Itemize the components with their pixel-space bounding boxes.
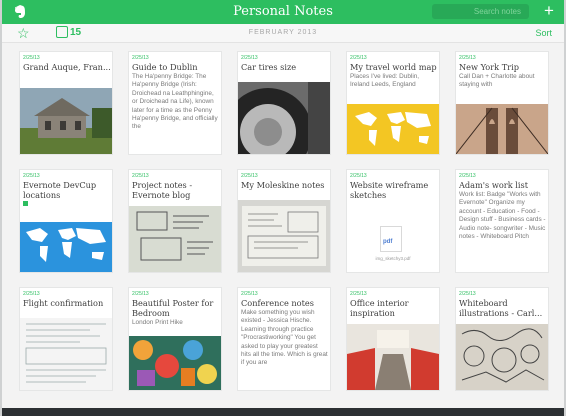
note-title: Conference notes [241,298,314,308]
note-card[interactable]: 2/25/13 Whiteboard illustrations - Carl.… [456,288,548,390]
note-date: 2/25/13 [350,55,367,61]
app-window: Personal Notes Search notes + ☆ 15 FEBRU… [0,0,566,416]
green-tag-icon [23,201,28,206]
whiteboard-sketch-thumbnail [129,206,221,272]
toolbar: ☆ 15 FEBRUARY 2013 Sort [2,24,564,43]
search-placeholder: Search notes [473,7,521,16]
note-date: 2/25/13 [459,291,476,297]
note-date: 2/25/13 [132,291,149,297]
new-note-button[interactable]: + [542,1,556,21]
note-title: My Moleskine notes [241,180,325,190]
note-snippet: Make something you wish existed - Jessic… [241,309,328,367]
attachment-filename: img_sketchy3.pdf [375,256,411,261]
note-card[interactable]: 2/25/13 Conference notes Make something … [238,288,330,390]
note-card[interactable]: 2/25/13 Beautiful Poster for Bedroom Lon… [129,288,221,390]
note-title: Office interior inspiration [350,298,409,318]
office-photo-thumbnail [347,324,439,390]
note-title: Project notes - Evernote blog [132,180,193,200]
pdf-file-icon: pdf [380,226,402,252]
note-card[interactable]: 2/25/13 My Moleskine notes [238,170,330,272]
note-snippet: Work list: Badge "Works with Evernote" O… [459,191,546,241]
tire-photo-thumbnail [238,82,330,154]
note-date: 2/25/13 [23,291,40,297]
note-card[interactable]: 2/25/13 Office interior inspiration [347,288,439,390]
note-date: 2/25/13 [241,55,258,61]
note-date: 2/25/13 [459,55,476,61]
note-date: 2/25/13 [459,173,476,179]
note-date: 2/25/13 [350,291,367,297]
note-date: 2/25/13 [350,173,367,179]
note-date: 2/25/13 [132,173,149,179]
note-date: 2/25/13 [241,291,258,297]
note-title: Website wireframe sketches [350,180,429,200]
note-snippet: Places I've lived: Dublin, Ireland Leeds… [350,73,420,89]
title-bar: Personal Notes Search notes + [2,0,564,24]
bridge-photo-thumbnail [456,104,548,154]
note-title: Evernote DevCup locations [23,180,97,200]
note-title: Flight confirmation [23,298,104,308]
bottom-frame [2,408,564,416]
note-title: Guide to Dublin [132,62,198,72]
notes-grid: 2/25/13 Grand Auque, Fran... 2/25/13 Gui… [20,52,548,400]
note-card[interactable]: 2/25/13 My travel world map Places I've … [347,52,439,154]
note-card[interactable]: 2/25/13 Adam's work list Work list: Badg… [456,170,548,272]
note-date: 2/25/13 [23,55,40,61]
note-date: 2/25/13 [23,173,40,179]
note-card[interactable]: 2/25/13 Evernote DevCup locations [20,170,112,272]
moleskine-sketch-thumbnail [238,200,330,272]
note-card[interactable]: 2/25/13 Guide to Dublin The Ha'penny Bri… [129,52,221,154]
note-date: 2/25/13 [241,173,258,179]
note-title: My travel world map [350,62,437,72]
sort-button[interactable]: Sort [535,24,552,42]
note-card[interactable]: 2/25/13 New York Trip Call Dan + Charlot… [456,52,548,154]
note-title: New York Trip [459,62,519,72]
note-title: Whiteboard illustrations - Carl... [459,298,543,318]
month-header: FEBRUARY 2013 [248,29,318,36]
note-snippet: The Ha'penny Bridge: The Ha'penny Bridge… [132,73,218,131]
note-snippet: London Print Hike [132,319,183,326]
house-photo-thumbnail [20,88,112,154]
note-card[interactable]: 2/25/13 Car tires size [238,52,330,154]
poster-thumbnail [129,336,221,390]
note-card[interactable]: 2/25/13 Grand Auque, Fran... [20,52,112,154]
doodle-thumbnail [456,324,548,390]
note-title: Adam's work list [459,180,528,190]
note-title: Beautiful Poster for Bedroom [132,298,214,318]
world-map-thumbnail [347,104,439,154]
note-title: Grand Auque, Fran... [23,62,111,72]
world-map-thumbnail [20,222,112,272]
document-scan-thumbnail [20,318,112,390]
note-card[interactable]: 2/25/13 Project notes - Evernote blog [129,170,221,272]
note-date: 2/25/13 [132,55,149,61]
search-field[interactable]: Search notes [432,4,529,19]
note-card[interactable]: 2/25/13 Flight confirmation [20,288,112,390]
file-type-label: pdf [383,239,393,245]
note-title: Car tires size [241,62,297,72]
note-snippet: Call Dan + Charlotte about staying with [459,73,535,89]
note-card[interactable]: 2/25/13 Website wireframe sketches pdf i… [347,170,439,272]
